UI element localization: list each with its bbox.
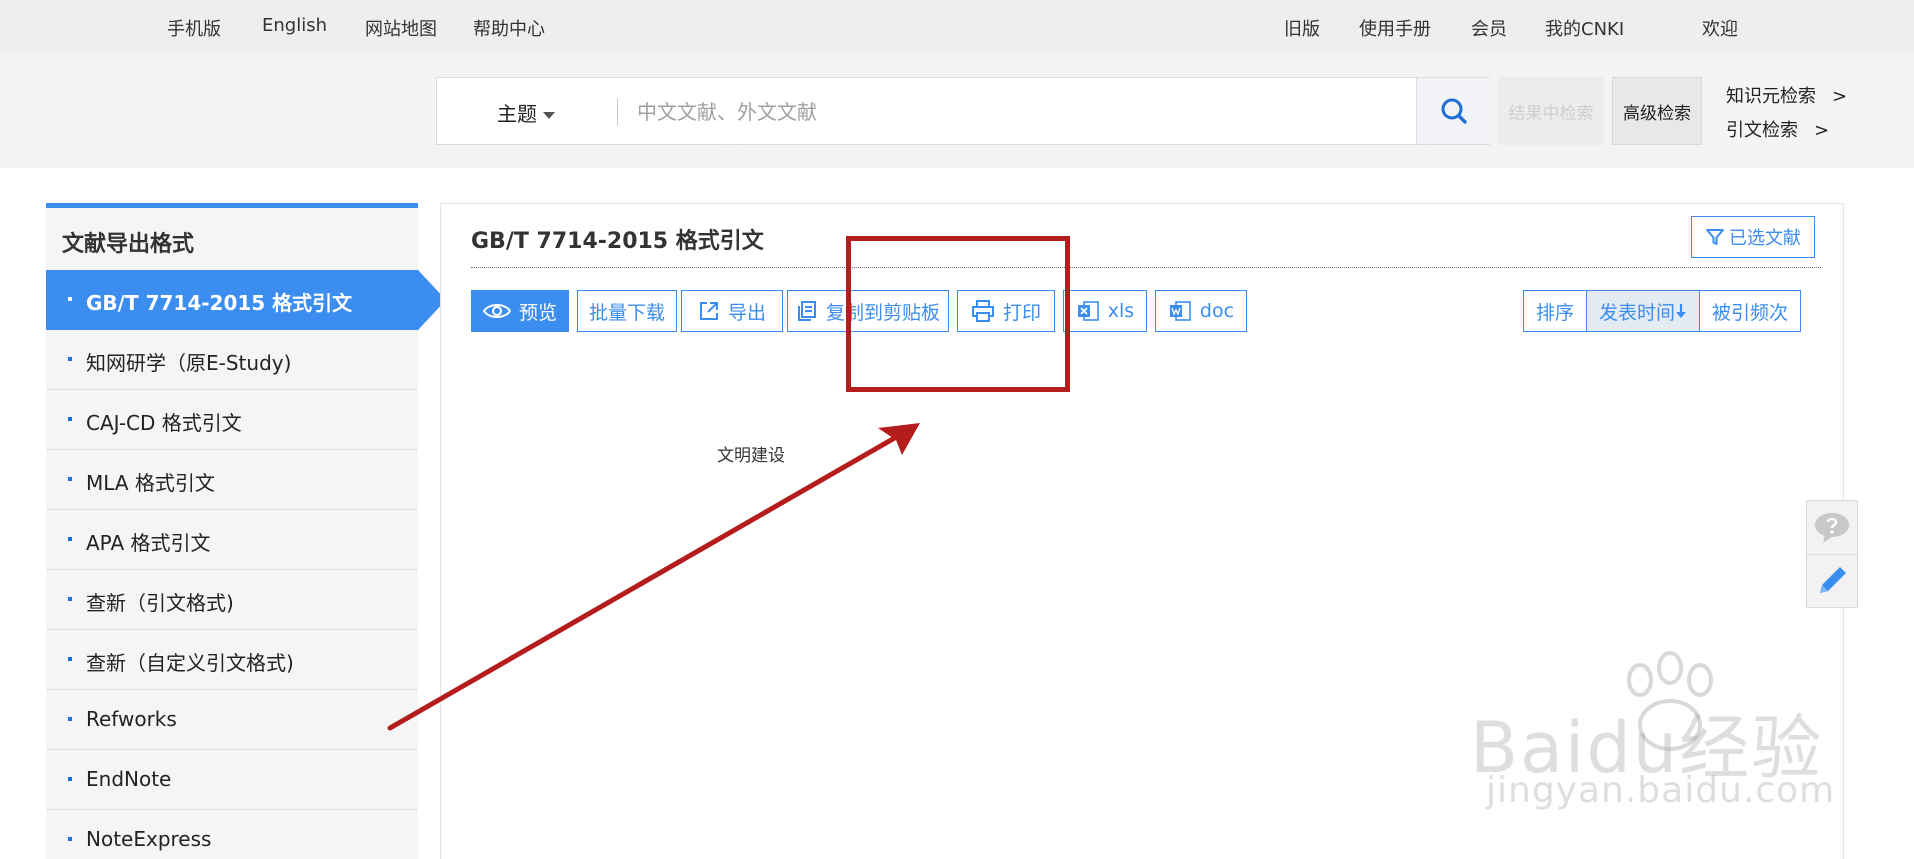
watermark-url: jingyan.baidu.com	[1486, 770, 1836, 811]
baidu-jingyan-watermark: Baidu经验 jingyan.baidu.com	[1460, 650, 1910, 820]
